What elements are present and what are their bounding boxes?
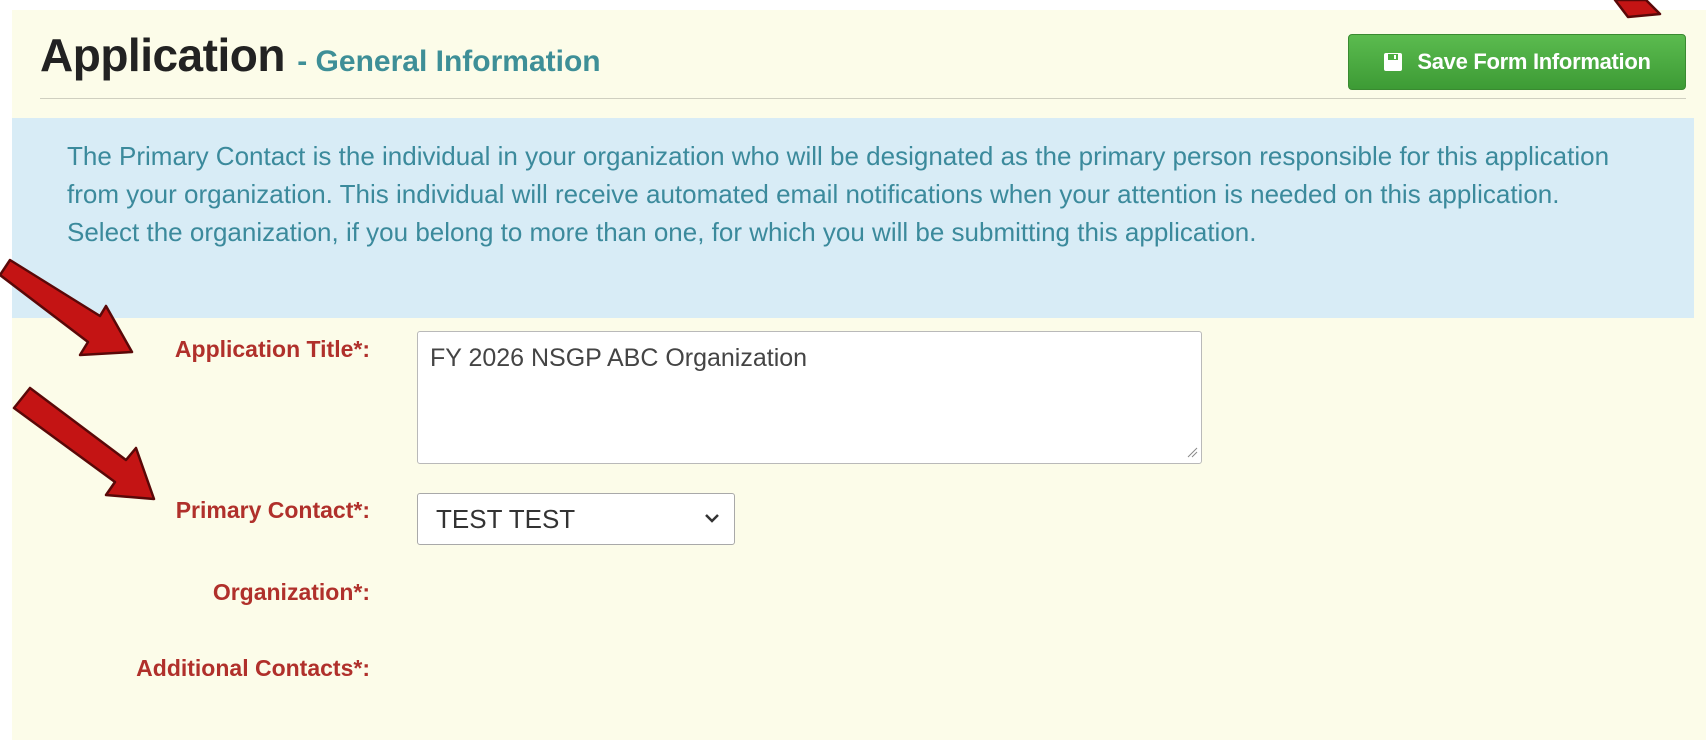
annotation-arrow-primary-contact [12,386,156,501]
annotation-arrow-application-title [0,258,134,357]
annotation-arrows [0,0,1662,501]
annotation-arrow-save-button [1613,0,1662,19]
